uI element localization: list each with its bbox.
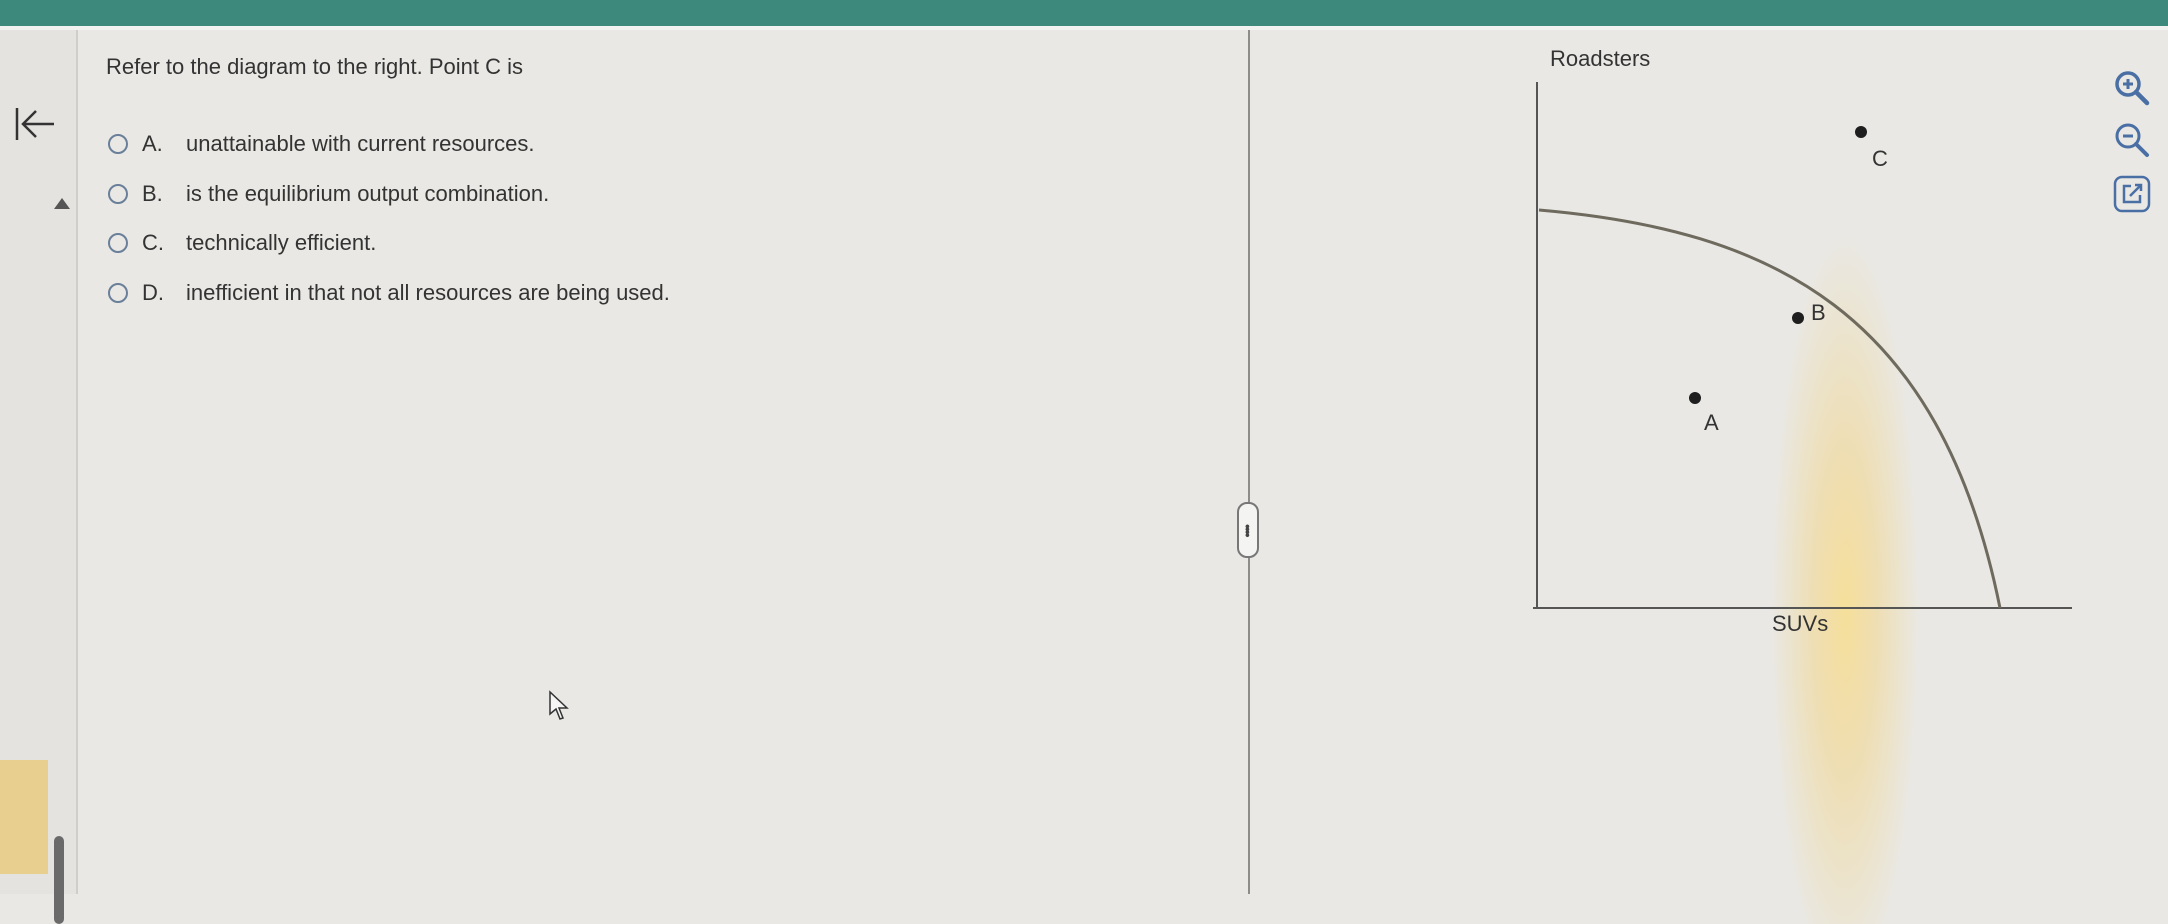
- option-letter: C.: [142, 230, 164, 255]
- option-text: inefficient in that not all resources ar…: [186, 280, 670, 305]
- point-a-label: A: [1704, 410, 1719, 435]
- zoom-in-icon: [2115, 71, 2150, 106]
- option-text: technically efficient.: [186, 230, 377, 255]
- option-letter: A.: [142, 131, 163, 156]
- arrow-left-bar-icon: [15, 108, 54, 140]
- x-axis-label: SUVs: [1772, 611, 1828, 636]
- point-a-marker: [1689, 392, 1701, 404]
- option-text: is the equilibrium output combination.: [186, 181, 550, 206]
- option-letter: D.: [142, 280, 164, 305]
- option-c[interactable]: C. technically efficient.: [108, 226, 376, 260]
- option-letter: B.: [142, 181, 163, 206]
- option-d[interactable]: D. inefficient in that not all resources…: [108, 276, 670, 310]
- mouse-cursor-icon: [549, 690, 569, 720]
- option-b[interactable]: B. is the equilibrium output combination…: [108, 177, 549, 211]
- left-rail: [0, 30, 78, 924]
- radio-icon[interactable]: [108, 134, 128, 154]
- zoom-out-button[interactable]: [2110, 118, 2154, 162]
- ppf-graph: Roadsters SUVs A B C: [1533, 46, 2072, 636]
- point-b-label: B: [1811, 300, 1826, 325]
- option-text: unattainable with current resources.: [186, 131, 535, 156]
- external-link-icon: [2113, 175, 2151, 213]
- triangle-up-icon[interactable]: [54, 198, 70, 209]
- top-bar: [0, 0, 2168, 26]
- question-prompt: Refer to the diagram to the right. Point…: [106, 54, 523, 79]
- side-tab[interactable]: [0, 760, 48, 874]
- collapse-panel-button[interactable]: [14, 102, 58, 146]
- graph-pane: Roadsters SUVs A B C: [1250, 30, 2168, 924]
- point-b-marker: [1792, 312, 1804, 324]
- option-a[interactable]: A. unattainable with current resources.: [108, 127, 535, 161]
- popout-button[interactable]: [2110, 172, 2154, 216]
- ppf-curve: [1538, 208, 2002, 609]
- radio-icon[interactable]: [108, 233, 128, 253]
- zoom-out-icon: [2115, 123, 2149, 157]
- zoom-in-button[interactable]: [2110, 66, 2154, 110]
- point-c-marker: [1855, 126, 1867, 138]
- scrollbar[interactable]: [54, 836, 64, 924]
- question-pane: Refer to the diagram to the right. Point…: [78, 30, 1248, 894]
- y-axis-label: Roadsters: [1550, 46, 1650, 71]
- point-c-label: C: [1872, 146, 1888, 171]
- radio-icon[interactable]: [108, 283, 128, 303]
- radio-icon[interactable]: [108, 184, 128, 204]
